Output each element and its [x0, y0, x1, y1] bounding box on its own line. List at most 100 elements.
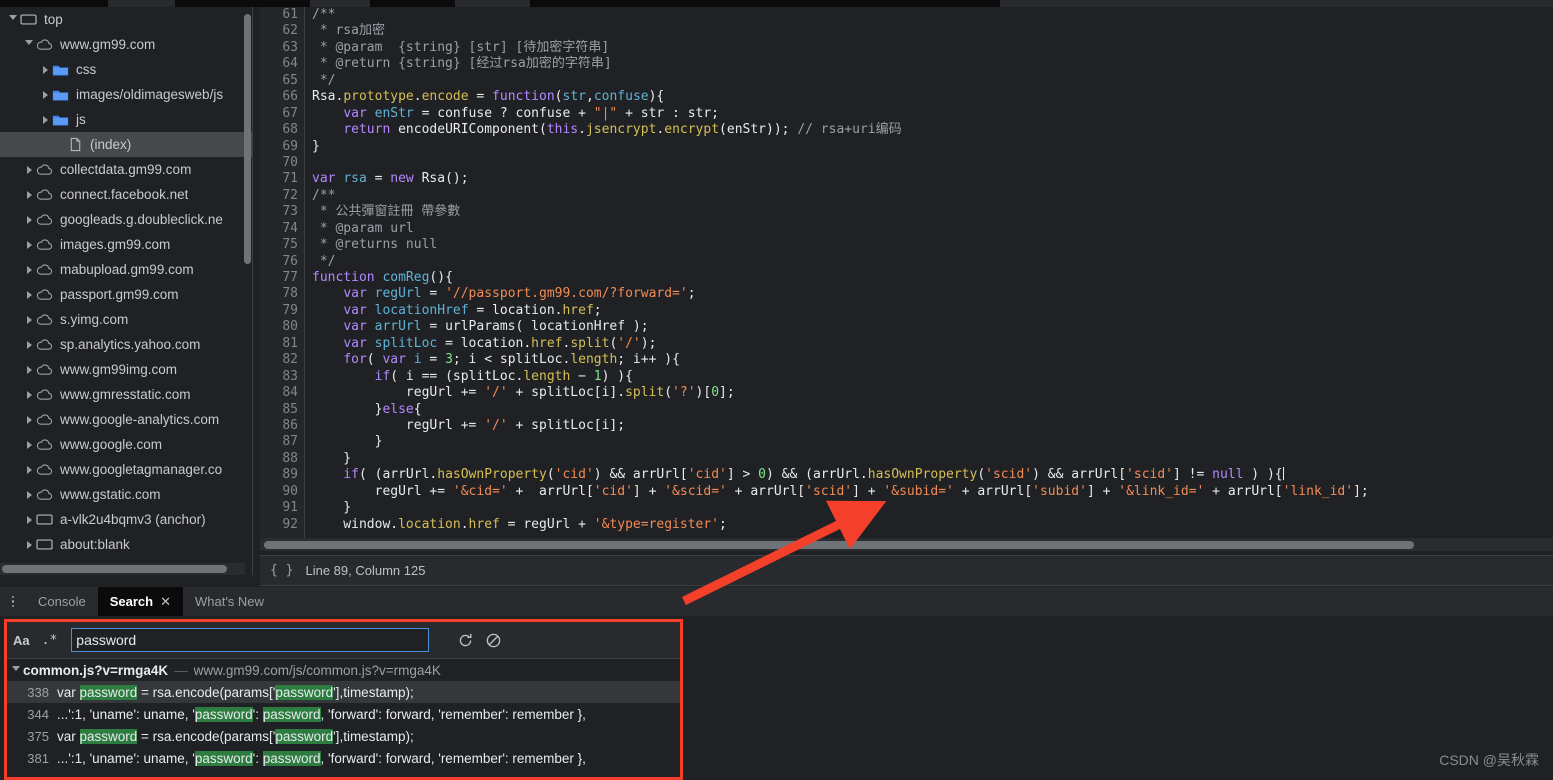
- line-number[interactable]: 66: [260, 89, 304, 105]
- tree-item-www-gm99img-com[interactable]: www.gm99img.com: [0, 357, 252, 382]
- close-icon[interactable]: ✕: [160, 594, 171, 610]
- line-number[interactable]: 64: [260, 56, 304, 72]
- search-result-row[interactable]: 381 ...':1, 'uname': uname, 'password': p…: [7, 747, 680, 769]
- code-line[interactable]: if( i == (splitLoc.length − 1) ){: [312, 369, 1553, 385]
- code-line[interactable]: var rsa = new Rsa();: [312, 171, 1553, 187]
- line-number[interactable]: 71: [260, 171, 304, 187]
- chevron-down-icon[interactable]: [22, 40, 36, 49]
- line-number[interactable]: 86: [260, 418, 304, 434]
- page-frame-tree-panel[interactable]: top www.gm99.com css images/oldimagesweb/js…: [0, 7, 253, 575]
- line-number[interactable]: 78: [260, 286, 304, 302]
- code-line[interactable]: regUrl += '&cid=' + arrUrl['cid'] + '&sc…: [312, 484, 1553, 500]
- tree-item-googleads-g-doubleclick-ne[interactable]: googleads.g.doubleclick.ne: [0, 207, 252, 232]
- code-content[interactable]: /** * rsa加密 * @param {string} [str] [待加密…: [312, 7, 1553, 538]
- code-line[interactable]: * @returns null: [312, 237, 1553, 253]
- tree-horizontal-scrollbar[interactable]: [0, 563, 245, 575]
- line-number[interactable]: 82: [260, 352, 304, 368]
- line-number[interactable]: 67: [260, 106, 304, 122]
- code-line[interactable]: regUrl += '/' + splitLoc[i].split('?')[0…: [312, 385, 1553, 401]
- line-number[interactable]: 76: [260, 254, 304, 270]
- tree-item--index-[interactable]: (index): [0, 132, 252, 157]
- regex-toggle[interactable]: .*: [36, 633, 64, 648]
- refresh-icon[interactable]: [451, 622, 479, 658]
- chevron-right-icon[interactable]: [22, 165, 36, 174]
- line-number[interactable]: 80: [260, 319, 304, 335]
- code-line[interactable]: }else{: [312, 402, 1553, 418]
- tree-item-css[interactable]: css: [0, 57, 252, 82]
- chevron-right-icon[interactable]: [22, 265, 36, 274]
- line-number[interactable]: 65: [260, 73, 304, 89]
- chevron-right-icon[interactable]: [22, 415, 36, 424]
- tree-item-js[interactable]: js: [0, 107, 252, 132]
- chevron-right-icon[interactable]: [22, 290, 36, 299]
- search-input[interactable]: [71, 628, 430, 652]
- search-result-row[interactable]: 375 var password = rsa.encode(params['pas…: [7, 725, 680, 747]
- chevron-right-icon[interactable]: [38, 65, 52, 74]
- code-line[interactable]: /**: [312, 7, 1553, 23]
- code-line[interactable]: }: [312, 434, 1553, 450]
- code-line[interactable]: */: [312, 73, 1553, 89]
- tree-item-s-yimg-com[interactable]: s.yimg.com: [0, 307, 252, 332]
- source-code-editor[interactable]: 61 62 63 64 65 66 67 68 69 70 71 72 73 74 75 76 77 78 79 80…: [260, 7, 1553, 538]
- chevron-right-icon[interactable]: [22, 490, 36, 499]
- chevron-right-icon[interactable]: [38, 115, 52, 124]
- tree-item-www-gstatic-com[interactable]: www.gstatic.com: [0, 482, 252, 507]
- code-line[interactable]: Rsa.prototype.encode = function(str,conf…: [312, 89, 1553, 105]
- code-line[interactable]: }: [312, 500, 1553, 516]
- line-number[interactable]: 72: [260, 188, 304, 204]
- chevron-right-icon[interactable]: [22, 365, 36, 374]
- tree-item-mabupload-gm99-com[interactable]: mabupload.gm99.com: [0, 257, 252, 282]
- code-line[interactable]: return encodeURIComponent(this.jsencrypt…: [312, 122, 1553, 138]
- drawer-tab-what-s-new[interactable]: What's New: [183, 587, 276, 616]
- editor-horizontal-scrollbar[interactable]: [260, 538, 1553, 551]
- code-line[interactable]: [312, 155, 1553, 171]
- code-line[interactable]: var enStr = confuse ? confuse + "|" + st…: [312, 106, 1553, 122]
- search-result-row[interactable]: 338 var password = rsa.encode(params['pas…: [7, 681, 680, 703]
- line-number[interactable]: 68: [260, 122, 304, 138]
- editor-horizontal-scrollbar-thumb[interactable]: [264, 541, 1414, 549]
- tree-vertical-scrollbar-thumb[interactable]: [244, 14, 251, 264]
- line-number[interactable]: 61: [260, 7, 304, 23]
- code-line[interactable]: }: [312, 451, 1553, 467]
- code-line[interactable]: }: [312, 139, 1553, 155]
- tree-item-www-googletagmanager-co[interactable]: www.googletagmanager.co: [0, 457, 252, 482]
- tree-item-www-gm99-com[interactable]: www.gm99.com: [0, 32, 252, 57]
- code-line[interactable]: var regUrl = '//passport.gm99.com/?forwa…: [312, 286, 1553, 302]
- more-options-icon[interactable]: [0, 595, 26, 608]
- line-number[interactable]: 69: [260, 139, 304, 155]
- chevron-right-icon[interactable]: [22, 190, 36, 199]
- chevron-right-icon[interactable]: [22, 515, 36, 524]
- chevron-right-icon[interactable]: [22, 540, 36, 549]
- line-number[interactable]: 85: [260, 402, 304, 418]
- line-number[interactable]: 92: [260, 517, 304, 533]
- code-line[interactable]: function comReg(){: [312, 270, 1553, 286]
- tree-item-collectdata-gm99-com[interactable]: collectdata.gm99.com: [0, 157, 252, 182]
- tree-item-about-blank[interactable]: about:blank: [0, 532, 252, 557]
- line-number[interactable]: 62: [260, 23, 304, 39]
- chevron-right-icon[interactable]: [22, 240, 36, 249]
- line-number[interactable]: 90: [260, 484, 304, 500]
- line-number[interactable]: 73: [260, 204, 304, 220]
- chevron-right-icon[interactable]: [22, 440, 36, 449]
- tree-item-passport-gm99-com[interactable]: passport.gm99.com: [0, 282, 252, 307]
- chevron-right-icon[interactable]: [22, 315, 36, 324]
- line-number[interactable]: 83: [260, 369, 304, 385]
- line-number[interactable]: 88: [260, 451, 304, 467]
- code-line[interactable]: * @param url: [312, 221, 1553, 237]
- clear-icon[interactable]: [479, 622, 507, 658]
- line-number[interactable]: 70: [260, 155, 304, 171]
- chevron-right-icon[interactable]: [22, 215, 36, 224]
- line-number[interactable]: 75: [260, 237, 304, 253]
- code-line[interactable]: * 公共彈窗註冊 帶參數: [312, 204, 1553, 220]
- tree-item-connect-facebook-net[interactable]: connect.facebook.net: [0, 182, 252, 207]
- line-number[interactable]: 89: [260, 467, 304, 483]
- drawer-tab-search[interactable]: Search ✕: [97, 587, 183, 616]
- chevron-right-icon[interactable]: [22, 340, 36, 349]
- chevron-down-icon[interactable]: [6, 15, 20, 24]
- line-number[interactable]: 87: [260, 434, 304, 450]
- code-line[interactable]: var locationHref = location.href;: [312, 303, 1553, 319]
- drawer-tab-console[interactable]: Console: [26, 587, 98, 616]
- line-number[interactable]: 77: [260, 270, 304, 286]
- search-result-group-header[interactable]: common.js?v=rmga4K — www.gm99.com/js/com…: [7, 659, 680, 681]
- tree-horizontal-scrollbar-thumb[interactable]: [2, 565, 227, 573]
